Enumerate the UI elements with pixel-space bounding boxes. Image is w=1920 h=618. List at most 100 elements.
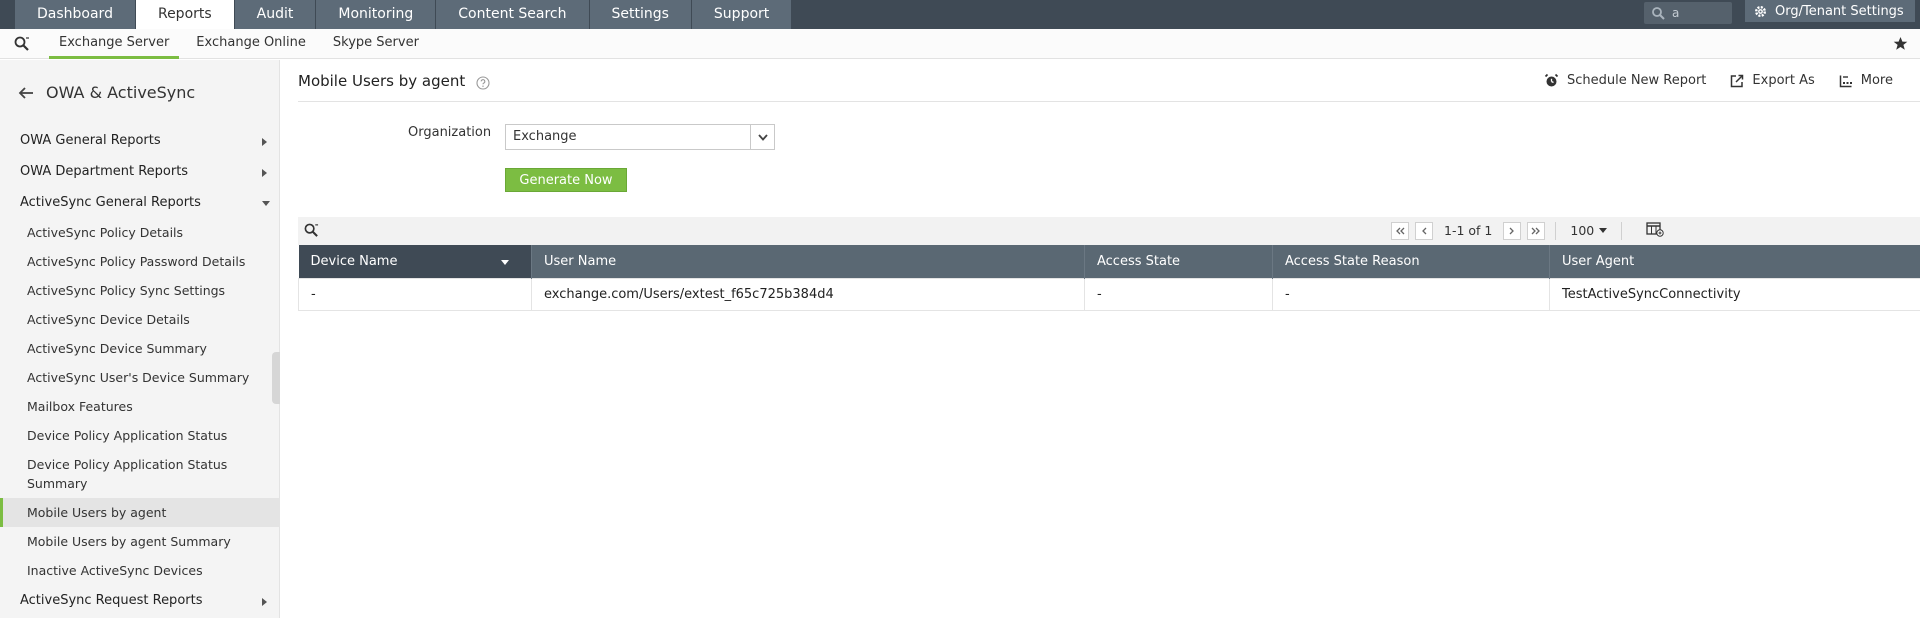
- page-title: Mobile Users by agent: [298, 72, 466, 90]
- pager-divider: [1555, 221, 1557, 240]
- column-header-user-agent[interactable]: User Agent: [1549, 245, 1920, 278]
- sidebar-group-label: ActiveSync General Reports: [20, 195, 201, 210]
- first-page-icon[interactable]: [1391, 221, 1409, 240]
- sidebar-menu: OWA General Reports OWA Department Repor…: [0, 125, 280, 616]
- column-header-label: Device Name: [310, 253, 398, 269]
- schedule-new-report-button[interactable]: Schedule New Report: [1544, 73, 1706, 88]
- search-icon[interactable]: [14, 36, 30, 56]
- cell-access-state-reason: -: [1272, 277, 1550, 311]
- generate-now-button[interactable]: Generate Now: [505, 168, 627, 192]
- cell-device-name: -: [298, 277, 532, 311]
- sidebar-item-mailbox-features[interactable]: Mailbox Features: [0, 392, 280, 421]
- page-info: 1-1 of 1: [1444, 223, 1493, 238]
- cell-user-name: exchange.com/Users/extest_f65c725b384d4: [531, 277, 1085, 311]
- export-icon: [1731, 74, 1744, 87]
- rows-per-page-value: 100: [1570, 223, 1595, 238]
- sidebar-header: OWA & ActiveSync: [18, 83, 195, 102]
- export-as-label: Export As: [1752, 73, 1815, 88]
- org-tenant-settings-button[interactable]: Org/Tenant Settings: [1745, 0, 1915, 22]
- tab-content-search[interactable]: Content Search: [436, 0, 590, 29]
- table-row[interactable]: - exchange.com/Users/extest_f65c725b384d…: [298, 277, 1920, 311]
- sidebar-group-owa-general[interactable]: OWA General Reports: [0, 125, 280, 156]
- prev-page-icon[interactable]: [1415, 221, 1433, 240]
- more-button[interactable]: More: [1839, 73, 1893, 88]
- column-header-access-state[interactable]: Access State: [1084, 245, 1273, 278]
- back-arrow-icon[interactable]: [18, 86, 34, 100]
- more-icon: [1839, 75, 1852, 87]
- sidebar-collapse-handle[interactable]: [272, 352, 280, 404]
- help-icon[interactable]: [476, 76, 490, 94]
- tab-monitoring[interactable]: Monitoring: [316, 0, 437, 29]
- tab-reports[interactable]: Reports: [135, 0, 235, 29]
- page-actions: Schedule New Report Export As More: [1544, 73, 1893, 88]
- sidebar-item-activesync-policy-password-details[interactable]: ActiveSync Policy Password Details: [0, 247, 280, 276]
- chevron-right-icon: [262, 138, 267, 146]
- gear-icon: [1754, 5, 1767, 17]
- top-navigation-bar: Dashboard Reports Audit Monitoring Conte…: [0, 0, 1920, 29]
- pager-divider: [1621, 221, 1623, 240]
- title-divider: [298, 101, 1920, 102]
- main-tabs: Dashboard Reports Audit Monitoring Conte…: [15, 0, 793, 29]
- cell-user-agent: TestActiveSyncConnectivity: [1549, 277, 1920, 311]
- sidebar-title: OWA & ActiveSync: [46, 83, 196, 102]
- column-header-device-name[interactable]: Device Name: [298, 245, 532, 278]
- cell-access-state: -: [1084, 277, 1273, 311]
- column-header-access-state-reason[interactable]: Access State Reason: [1272, 245, 1550, 278]
- tab-settings[interactable]: Settings: [589, 0, 692, 29]
- sidebar-group-activesync-general[interactable]: ActiveSync General Reports: [0, 187, 280, 218]
- tab-skype-server[interactable]: Skype Server: [323, 29, 429, 59]
- main-content: Mobile Users by agent Schedule New Repor…: [281, 60, 1920, 618]
- sidebar-group-activesync-request[interactable]: ActiveSync Request Reports: [0, 585, 280, 616]
- grid-toolbar: 1-1 of 1 100: [298, 217, 1920, 245]
- table-header-row: Device Name User Name Access State Acces…: [298, 245, 1920, 278]
- global-search[interactable]: [1644, 2, 1732, 24]
- sidebar-group-label: OWA Department Reports: [20, 164, 189, 179]
- pagination: 1-1 of 1 100: [1391, 221, 1664, 240]
- sidebar: OWA & ActiveSync OWA General Reports OWA…: [0, 60, 280, 618]
- more-label: More: [1860, 73, 1893, 88]
- sidebar-item-device-policy-application-status[interactable]: Device Policy Application Status: [0, 421, 280, 450]
- chevron-right-icon: [262, 598, 267, 606]
- star-icon[interactable]: [1893, 36, 1908, 55]
- search-icon: [1652, 6, 1665, 20]
- sub-tabs: Exchange Server Exchange Online Skype Se…: [49, 29, 436, 59]
- chevron-down-icon: [1599, 228, 1608, 233]
- sidebar-item-inactive-activesync-devices[interactable]: Inactive ActiveSync Devices: [0, 556, 280, 585]
- sidebar-group-label: OWA General Reports: [20, 133, 161, 148]
- sidebar-item-activesync-policy-details[interactable]: ActiveSync Policy Details: [0, 218, 280, 247]
- org-tenant-settings-label: Org/Tenant Settings: [1775, 3, 1904, 19]
- tab-dashboard[interactable]: Dashboard: [15, 0, 136, 29]
- chevron-down-icon: [262, 201, 270, 206]
- organization-select[interactable]: Exchange: [505, 124, 775, 150]
- tab-support[interactable]: Support: [691, 0, 793, 29]
- column-header-user-name[interactable]: User Name: [531, 245, 1085, 278]
- sidebar-item-activesync-users-device-summary[interactable]: ActiveSync User's Device Summary: [0, 363, 280, 392]
- sidebar-item-activesync-device-summary[interactable]: ActiveSync Device Summary: [0, 334, 280, 363]
- sidebar-item-activesync-device-details[interactable]: ActiveSync Device Details: [0, 305, 280, 334]
- next-page-icon[interactable]: [1503, 221, 1522, 240]
- sidebar-item-device-policy-application-status-summary[interactable]: Device Policy Application Status Summary: [0, 450, 280, 498]
- sort-down-icon: [501, 260, 509, 265]
- export-as-button[interactable]: Export As: [1730, 73, 1815, 88]
- column-chooser-icon[interactable]: [1646, 221, 1664, 240]
- tab-exchange-online[interactable]: Exchange Online: [186, 29, 316, 59]
- chevron-right-icon: [262, 169, 267, 177]
- organization-select-value: Exchange: [513, 129, 577, 144]
- sidebar-item-activesync-policy-sync-settings[interactable]: ActiveSync Policy Sync Settings: [0, 276, 280, 305]
- tab-exchange-server[interactable]: Exchange Server: [49, 29, 180, 59]
- sidebar-group-owa-department[interactable]: OWA Department Reports: [0, 156, 280, 187]
- last-page-icon[interactable]: [1527, 221, 1546, 240]
- global-search-input[interactable]: [1672, 6, 1722, 20]
- report-table: Device Name User Name Access State Acces…: [298, 245, 1920, 311]
- schedule-new-report-label: Schedule New Report: [1566, 73, 1707, 88]
- sidebar-item-mobile-users-by-agent-summary[interactable]: Mobile Users by agent Summary: [0, 527, 280, 556]
- chevron-down-icon: [750, 125, 774, 149]
- rows-per-page-select[interactable]: 100: [1566, 223, 1611, 238]
- tab-audit[interactable]: Audit: [234, 0, 317, 29]
- sub-navigation-bar: Exchange Server Exchange Online Skype Se…: [0, 29, 1920, 59]
- sidebar-item-mobile-users-by-agent[interactable]: Mobile Users by agent: [0, 498, 280, 527]
- search-icon[interactable]: [304, 223, 319, 242]
- sidebar-group-label: ActiveSync Request Reports: [20, 593, 203, 608]
- organization-label: Organization: [408, 125, 492, 140]
- alarm-clock-icon: [1544, 73, 1559, 87]
